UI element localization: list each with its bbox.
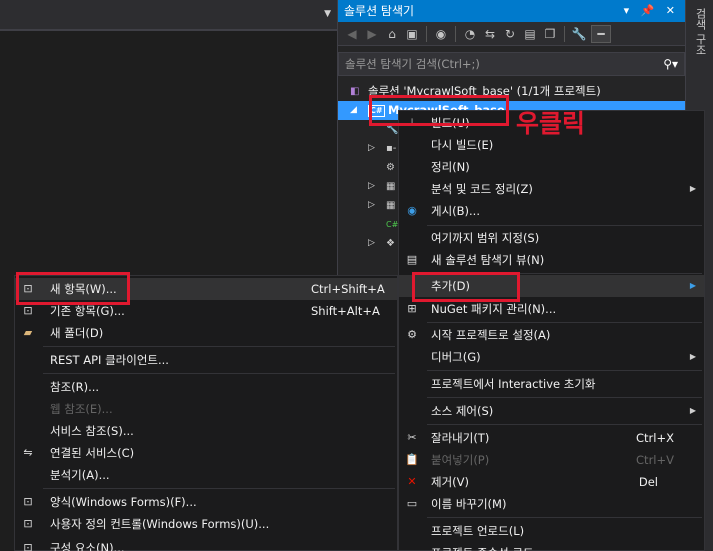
references-icon: ▪‑ [386,143,397,154]
preview-selected-items-icon[interactable]: ━ [591,24,611,43]
submenu-item-reference[interactable]: 참조(R)... [15,376,397,398]
add-submenu: ⊡ 새 항목(W)... Ctrl+Shift+A ⊡ 기존 항목(G)... … [14,275,398,551]
menu-item-unload[interactable]: 프로젝트 언로드(L) [399,520,704,542]
rename-icon: ▭ [406,497,418,510]
submenu-item-new-folder[interactable]: ▰ 새 폴더(D) [15,322,397,344]
expand-arrow-icon[interactable]: ▷ [368,139,375,158]
component-add-icon: ⊡ [23,541,33,551]
delete-x-icon: ✕ [407,475,417,488]
toolbar-separator [564,25,565,42]
collapse-arrow-icon[interactable]: ◢ [350,101,357,120]
editor-tab-bar: ▼ [0,0,337,31]
expand-arrow-icon[interactable]: ▷ [368,234,375,253]
toolbar-separator [455,25,456,42]
submenu-item-windows-form[interactable]: ⊡ 양식(Windows Forms)(F)... [15,491,397,513]
menu-separator [427,322,702,323]
search-icon[interactable]: ⚲▾ [663,53,678,75]
menu-item-scope-to-this[interactable]: 여기까지 범위 지정(S) [399,227,704,249]
submenu-item-component[interactable]: ⊡ 구성 요소(N)... [15,537,397,551]
forward-icon[interactable]: ▶ [364,26,380,42]
menu-item-source-control[interactable]: 소스 제어(S) ▶ [399,400,704,422]
properties-icon[interactable]: 🔧 [571,26,587,42]
sync-icon[interactable]: ⇆ [482,26,498,42]
solution-explorer-titlebar: 솔루션 탐색기 ▾ 📌 ✕ [338,0,685,22]
highlight-add-item [412,272,520,302]
menu-item-interactive[interactable]: 프로젝트에서 Interactive 초기화 [399,373,704,395]
menu-separator [427,397,702,398]
menu-item-debug[interactable]: 디버그(G) ▶ [399,346,704,368]
folder-icon: ▰ [23,326,33,339]
scissors-icon: ✂ [407,431,417,444]
tab-overflow-dropdown-icon[interactable]: ▼ [324,9,331,19]
solution-explorer-search-input[interactable]: 솔루션 탐색기 검색(Ctrl+;) ⚲▾ [338,52,685,76]
menu-item-load-deps[interactable]: 프로젝트 종속성 로드 [399,542,704,551]
submenu-arrow-icon: ▶ [689,352,696,361]
submenu-item-rest-api[interactable]: REST API 클라이언트... [15,349,397,371]
menu-separator [427,424,702,425]
highlight-new-item [16,272,130,305]
menu-separator [427,370,702,371]
expand-arrow-icon[interactable]: ▷ [368,196,375,215]
submenu-item-user-control[interactable]: ⊡ 사용자 정의 컨트롤(Windows Forms)(U)... [15,513,397,535]
csharp-file-icon: C# [386,220,399,229]
gear-icon: ⚙ [407,328,417,341]
menu-item-analyze[interactable]: 분석 및 코드 정리(Z) ▶ [399,178,704,200]
menu-item-cut[interactable]: ✂ 잘라내기(T) Ctrl+X [399,427,704,449]
right-click-annotation: 우클릭 [516,109,586,138]
menu-separator [43,346,395,347]
menu-item-publish[interactable]: ◉ 게시(B)... [399,200,704,222]
component-icon: ❖ [386,238,395,249]
project-context-menu: ⤓ 빌드(U) 다시 빌드(E) 정리(N) 분석 및 코드 정리(Z) ▶ ◉… [398,110,705,551]
paste-icon: 📋 [405,453,419,466]
explorer-view-icon: ▤ [406,253,418,266]
form-add-icon: ⊡ [23,495,33,508]
menu-item-rename[interactable]: ▭ 이름 바꾸기(M) [399,493,704,515]
menu-item-remove[interactable]: ✕ 제거(V) Del [399,471,704,493]
highlight-project-node [369,95,509,126]
menu-separator [43,488,395,489]
home-icon[interactable]: ⌂ [384,26,400,42]
strip-tab-label[interactable]: 검색 구조 [692,8,708,56]
expand-arrow-icon[interactable]: ▷ [368,177,375,196]
user-control-icon: ⊡ [23,517,33,530]
menu-separator [43,373,395,374]
menu-item-new-explorer-view[interactable]: ▤ 새 솔루션 탐색기 뷰(N) [399,249,704,271]
form-icon: ▦ [386,181,396,192]
submenu-arrow-icon: ▶ [689,184,696,193]
submenu-item-web-reference[interactable]: 웹 참조(E)... [15,398,397,420]
collapse-all-icon[interactable]: ▤ [522,26,538,42]
pending-changes-filter-icon[interactable]: ◔ [462,26,478,42]
submenu-item-service-reference[interactable]: 서비스 참조(S)... [15,420,397,442]
titlebar-buttons[interactable]: ▾ 📌 ✕ [624,0,679,22]
show-all-files-icon[interactable]: ❐ [542,26,558,42]
menu-separator [427,517,702,518]
submenu-item-analyzer[interactable]: 분석기(A)... [15,464,397,486]
solution-explorer-title: 솔루션 탐색기 [344,4,415,18]
submenu-arrow-icon: ▶ [689,281,696,290]
menu-item-paste[interactable]: 📋 붙여넣기(P) Ctrl+V [399,449,704,471]
globe-icon: ◉ [407,204,417,217]
solution-icon: ◧ [350,86,360,97]
globe-icon[interactable]: ◉ [433,26,449,42]
submenu-arrow-icon: ▶ [689,406,696,415]
menu-separator [427,225,702,226]
menu-item-set-startup[interactable]: ⚙ 시작 프로젝트로 설정(A) [399,324,704,346]
refresh-icon[interactable]: ↻ [502,26,518,42]
toolbar-separator [426,25,427,42]
solution-explorer-toolbar: ◀ ▶ ⌂ ▣ ◉ ◔ ⇆ ↻ ▤ ❐ 🔧 ━ [338,22,685,46]
form-icon: ▦ [386,200,396,211]
menu-item-clean[interactable]: 정리(N) [399,156,704,178]
back-icon[interactable]: ◀ [344,26,360,42]
config-file-icon: ⚙ [386,162,395,173]
submenu-item-connected-service[interactable]: ⇋ 연결된 서비스(C) [15,442,397,464]
connected-service-icon: ⇋ [23,446,33,459]
solution-views-icon[interactable]: ▣ [404,26,420,42]
